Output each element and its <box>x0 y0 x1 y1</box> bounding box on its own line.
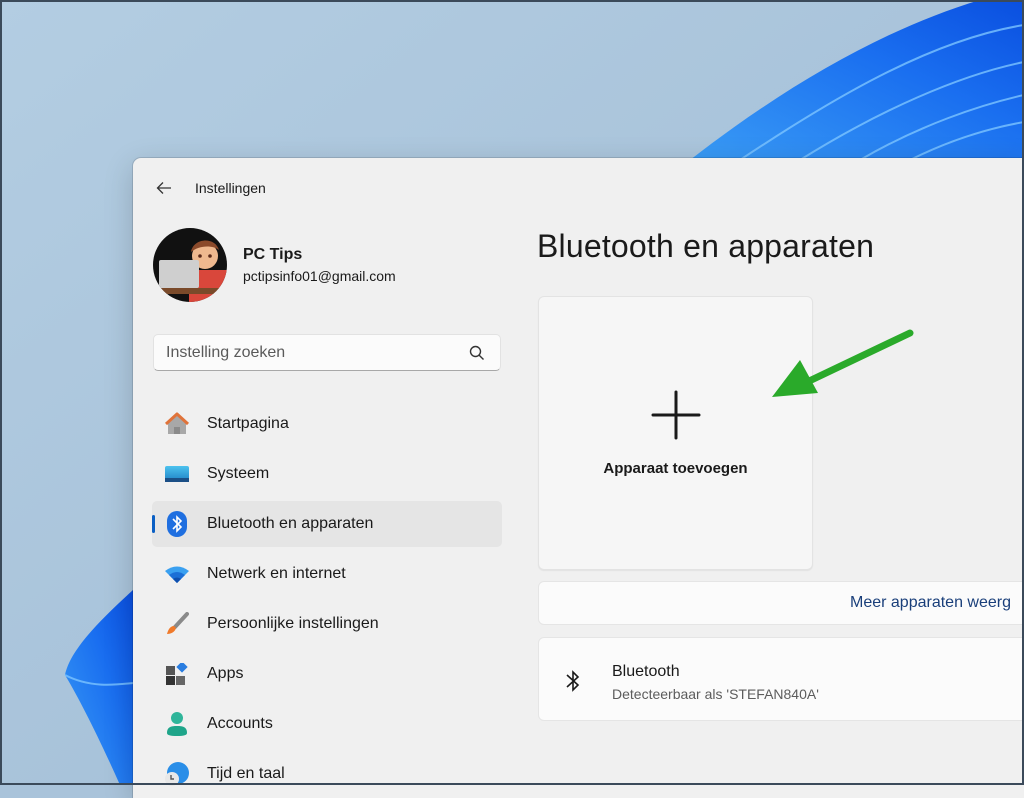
bluetooth-title: Bluetooth <box>612 663 680 680</box>
person-icon <box>164 711 190 737</box>
sidebar-nav: Startpagina Systeem Bluetooth en apparat… <box>152 401 502 798</box>
wifi-icon <box>164 561 190 587</box>
home-icon <box>164 411 190 437</box>
settings-window: Instellingen PC Tips pctipsinfo01@gmail.… <box>133 158 1024 798</box>
profile-name: PC Tips <box>243 246 303 263</box>
search-input[interactable] <box>154 342 468 363</box>
sidebar-item-persoonlijke-instellingen[interactable]: Persoonlijke instellingen <box>152 601 502 647</box>
more-devices-card: Meer apparaten weerg <box>538 581 1024 625</box>
apps-icon <box>164 661 190 687</box>
sidebar-item-netwerk-en-internet[interactable]: Netwerk en internet <box>152 551 502 597</box>
search-icon[interactable] <box>468 344 486 362</box>
sidebar-item-label: Startpagina <box>207 415 289 432</box>
sidebar-item-label: Persoonlijke instellingen <box>207 615 379 632</box>
sidebar-item-label: Apps <box>207 665 244 682</box>
bluetooth-icon <box>164 511 190 537</box>
more-devices-link[interactable]: Meer apparaten weerg <box>850 594 1011 612</box>
add-device-label: Apparaat toevoegen <box>603 460 748 477</box>
bluetooth-card[interactable]: Bluetooth Detecteerbaar als 'STEFAN840A' <box>538 637 1024 721</box>
page-title: Bluetooth en apparaten <box>537 228 875 264</box>
globe-clock-icon <box>164 761 190 787</box>
system-display-icon <box>164 461 190 487</box>
annotation-arrow-icon <box>772 329 914 397</box>
bluetooth-subtitle: Detecteerbaar als 'STEFAN840A' <box>612 686 819 702</box>
sidebar-item-label: Systeem <box>207 465 270 482</box>
user-profile[interactable]: PC Tips pctipsinfo01@gmail.com <box>153 228 396 302</box>
plus-icon <box>651 390 701 440</box>
sidebar-item-accounts[interactable]: Accounts <box>152 701 502 747</box>
arrow-left-icon <box>156 182 171 194</box>
settings-search-box[interactable] <box>153 334 501 371</box>
brush-icon <box>164 611 190 637</box>
sidebar-item-label: Bluetooth en apparaten <box>207 515 374 532</box>
sidebar-item-systeem[interactable]: Systeem <box>152 451 502 497</box>
sidebar-item-startpagina[interactable]: Startpagina <box>152 401 502 447</box>
app-title: Instellingen <box>195 180 266 196</box>
bluetooth-icon <box>566 670 580 692</box>
back-button[interactable] <box>149 173 179 203</box>
profile-email: pctipsinfo01@gmail.com <box>243 268 396 284</box>
title-bar: Instellingen <box>133 158 1024 218</box>
sidebar-item-bluetooth-en-apparaten[interactable]: Bluetooth en apparaten <box>152 501 502 547</box>
avatar <box>153 228 227 302</box>
sidebar-item-label: Tijd en taal <box>207 765 285 782</box>
sidebar-item-tijd-en-taal[interactable]: Tijd en taal <box>152 751 502 797</box>
sidebar-item-label: Netwerk en internet <box>207 565 346 582</box>
sidebar-item-apps[interactable]: Apps <box>152 651 502 697</box>
main-content: Bluetooth en apparaten Apparaat toevoege… <box>537 228 1024 721</box>
sidebar-item-label: Accounts <box>207 715 273 732</box>
